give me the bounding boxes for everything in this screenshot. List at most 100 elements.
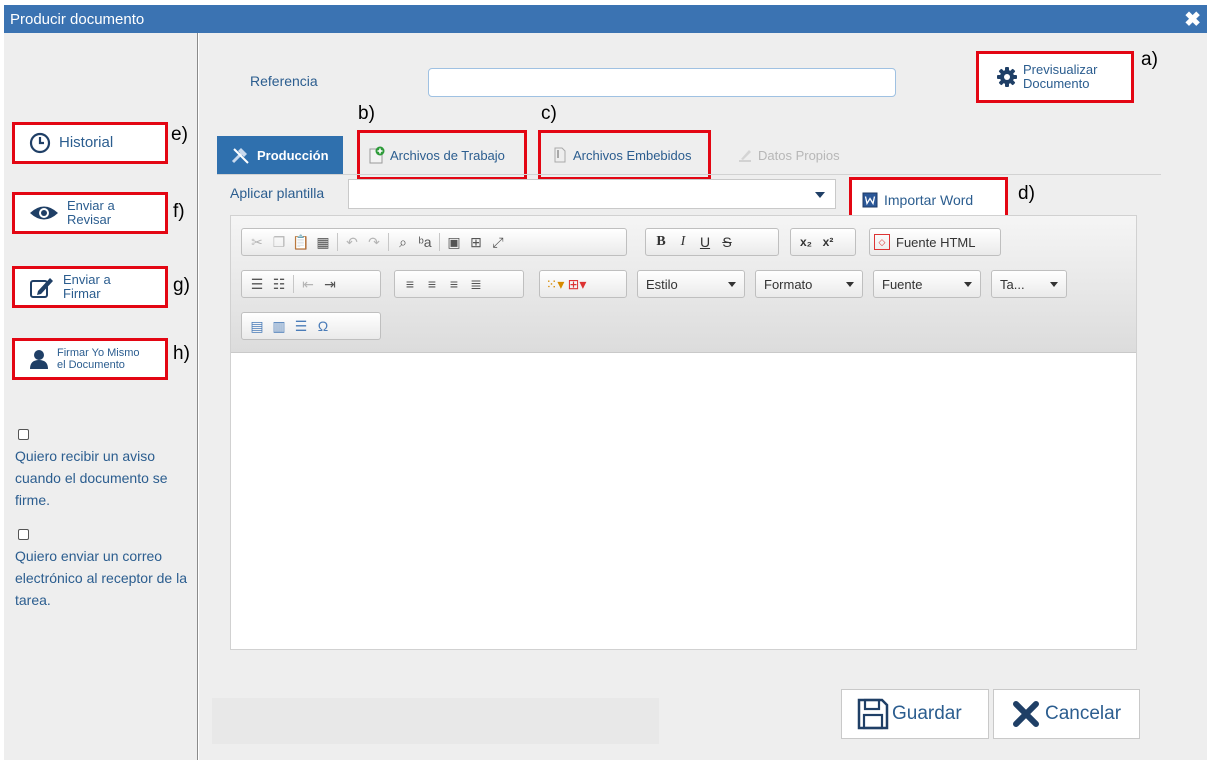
correo-checkbox-label: Quiero enviar un correo electrónico al r… xyxy=(15,548,187,608)
enviar-revisar-label: Enviar a Revisar xyxy=(67,199,115,227)
maximize-icon[interactable]: ⤢ xyxy=(487,231,509,253)
aviso-checkbox[interactable] xyxy=(18,429,29,440)
cancelar-button[interactable]: Cancelar xyxy=(993,689,1140,739)
align-justify-icon[interactable]: ≣ xyxy=(465,273,487,295)
table-frame-icon[interactable]: ⊞ xyxy=(465,231,487,253)
fuente-html-button[interactable]: ◇ Fuente HTML xyxy=(869,228,1001,256)
plantilla-select[interactable] xyxy=(348,179,836,209)
italic-icon[interactable]: I xyxy=(672,231,694,253)
firmar-yo-mismo-button[interactable]: Firmar Yo Mismo el Documento xyxy=(12,338,168,380)
replace-icon[interactable]: ᵇa xyxy=(414,231,436,253)
guardar-label: Guardar xyxy=(892,703,962,724)
toolbar-separator xyxy=(293,275,294,293)
text-color-icon[interactable]: ⁙▾ xyxy=(544,273,566,295)
bulleted-list-icon[interactable]: ☷ xyxy=(268,273,290,295)
formato-dropdown[interactable]: Formato xyxy=(755,270,863,298)
tab-produccion-label: Producción xyxy=(257,147,329,163)
clock-icon xyxy=(29,132,51,154)
indent-icon[interactable]: ⇥ xyxy=(319,273,341,295)
annotation-h: h) xyxy=(173,343,190,364)
form-icon[interactable]: ▥ xyxy=(268,315,290,337)
chevron-down-icon xyxy=(846,282,854,287)
annotation-d: d) xyxy=(1018,183,1035,204)
tab-datos-propios[interactable]: Datos Propios xyxy=(737,136,840,174)
subscript-icon[interactable]: x₂ xyxy=(795,231,817,253)
plantilla-label: Aplicar plantilla xyxy=(230,185,325,201)
bold-icon[interactable]: B xyxy=(650,231,672,253)
superscript-icon[interactable]: x² xyxy=(817,231,839,253)
user-icon xyxy=(30,350,48,369)
enviar-revisar-button[interactable]: Enviar a Revisar xyxy=(12,192,168,234)
editor-content-area[interactable] xyxy=(231,353,1136,649)
firmar-yo-line2: el Documento xyxy=(57,359,125,371)
redo-icon[interactable]: ↷ xyxy=(363,231,385,253)
annotation-c: c) xyxy=(541,103,557,124)
historial-label: Historial xyxy=(59,134,114,151)
formato-label: Formato xyxy=(764,276,813,292)
previsualizar-label: Previsualizar Documento xyxy=(1023,63,1097,91)
enviar-revisar-line2: Revisar xyxy=(67,212,112,227)
rich-text-editor: ✂ ❐ 📋 ▦ ↶ ↷ ⌕ ᵇa ▣ ⊞ ⤢ B I U S x₂ x² ◇ F… xyxy=(230,215,1137,650)
toolbar-group-format: B I U S xyxy=(645,228,779,256)
align-right-icon[interactable]: ≡ xyxy=(443,273,465,295)
gear-icon xyxy=(997,67,1017,87)
chevron-down-icon xyxy=(1050,282,1058,287)
tab-archivos-embebidos-label: Archivos Embebidos xyxy=(573,147,692,163)
edit-doc-icon xyxy=(739,150,751,162)
strikethrough-icon[interactable]: S xyxy=(716,231,738,253)
annotation-b: b) xyxy=(358,103,375,124)
fuente-label: Fuente xyxy=(882,276,923,292)
word-icon xyxy=(862,192,878,208)
numbered-list-icon[interactable]: ☰ xyxy=(246,273,268,295)
enviar-firmar-label: Enviar a Firmar xyxy=(63,273,111,301)
underline-icon[interactable]: U xyxy=(694,231,716,253)
close-icon xyxy=(1013,701,1039,727)
toolbar-group-lists: ☰ ☷ ⇤ ⇥ xyxy=(241,270,381,298)
annotation-f: f) xyxy=(173,201,185,222)
table-insert-icon[interactable]: ⊞▾ xyxy=(566,273,588,295)
toolbar-group-script: x₂ x² xyxy=(790,228,856,256)
fuente-dropdown[interactable]: Fuente xyxy=(873,270,981,298)
referencia-input[interactable] xyxy=(428,68,896,97)
outdent-icon[interactable]: ⇤ xyxy=(297,273,319,295)
enviar-firmar-line2: Firmar xyxy=(63,286,101,301)
enviar-firmar-button[interactable]: Enviar a Firmar xyxy=(12,266,168,308)
tab-archivos-trabajo-label: Archivos de Trabajo xyxy=(390,147,505,163)
insert-field-icon[interactable]: ▤ xyxy=(246,315,268,337)
eye-icon xyxy=(30,206,58,220)
previsualizar-button[interactable]: Previsualizar Documento xyxy=(976,51,1134,103)
close-icon[interactable]: ✖ xyxy=(1184,7,1201,32)
find-icon[interactable]: ⌕ xyxy=(392,231,414,253)
horizontal-rule-icon[interactable]: ☰ xyxy=(290,315,312,337)
tab-archivos-embebidos[interactable]: Archivos Embebidos xyxy=(538,130,711,180)
annotation-a: a) xyxy=(1141,49,1158,70)
pencil-square-icon xyxy=(30,278,53,298)
toolbar-separator xyxy=(337,233,338,251)
toolbar-separator xyxy=(439,233,440,251)
special-char-icon[interactable]: Ω xyxy=(312,315,334,337)
cut-icon[interactable]: ✂ xyxy=(246,231,268,253)
enviar-revisar-line1: Enviar a xyxy=(67,198,115,213)
copy-icon[interactable]: ❐ xyxy=(268,231,290,253)
annotation-e: e) xyxy=(171,124,188,145)
paste-word-icon[interactable]: ▦ xyxy=(312,231,334,253)
file-add-icon xyxy=(369,146,385,164)
toolbar-group-align: ≡ ≡ ≡ ≣ xyxy=(394,270,524,298)
guardar-button[interactable]: Guardar xyxy=(841,689,989,739)
estilo-dropdown[interactable]: Estilo xyxy=(637,270,745,298)
tamano-label: Ta... xyxy=(1000,276,1025,292)
paperclip-file-icon xyxy=(554,147,566,163)
align-center-icon[interactable]: ≡ xyxy=(421,273,443,295)
firmar-yo-mismo-label: Firmar Yo Mismo el Documento xyxy=(57,347,140,371)
undo-icon[interactable]: ↶ xyxy=(341,231,363,253)
tab-archivos-trabajo[interactable]: Archivos de Trabajo xyxy=(357,130,527,180)
paste-icon[interactable]: 📋 xyxy=(290,231,312,253)
align-left-icon[interactable]: ≡ xyxy=(399,273,421,295)
tamano-dropdown[interactable]: Ta... xyxy=(991,270,1067,298)
image-icon[interactable]: ▣ xyxy=(443,231,465,253)
importar-word-label: Importar Word xyxy=(884,192,974,208)
tab-produccion[interactable]: Producción xyxy=(217,136,343,174)
correo-checkbox[interactable] xyxy=(18,529,29,540)
estilo-label: Estilo xyxy=(646,276,678,292)
historial-button[interactable]: Historial xyxy=(12,122,168,164)
